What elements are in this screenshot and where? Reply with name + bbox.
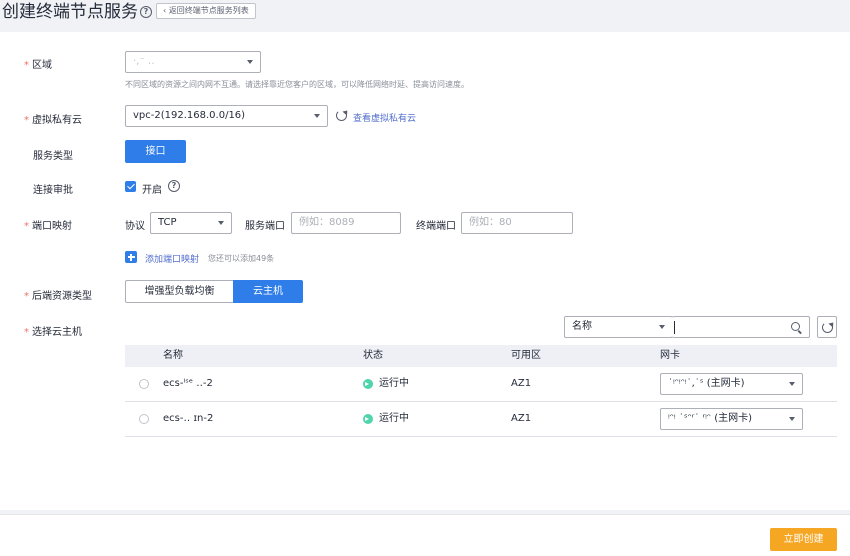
service-port-label: 服务端口 [245,221,285,232]
backend-option-ecs[interactable]: 云主机 [233,280,303,303]
host-zone: AZ1 [511,413,532,424]
nic-value: ᵎᵔᵎ ˙ˢᵔʳ˙ ʳᵎᵔ (主网卡) [668,413,753,424]
filter-value: 名称 [572,321,592,332]
running-status-icon [363,379,373,389]
approval-checkbox-label: 开启 [142,185,162,196]
region-value: ·,⁻ ‥ [133,56,155,67]
service-type-interface-button[interactable]: 接口 [125,140,186,163]
vpc-value: vpc-2(192.168.0.0/16) [133,110,246,121]
row-radio[interactable] [139,379,149,389]
nic-select[interactable]: ˙ᵎᵔᵎᵔᵎ˙,˙ˢ (主网卡) [660,373,803,395]
filter-select[interactable]: 名称 [564,316,673,338]
view-vpc-link[interactable]: 查看虚拟私有云 [353,111,416,124]
protocol-label: 协议 [125,221,145,232]
host-name: ecs-ˡˢᵉ ‥-2 [163,378,213,389]
vpc-label: * 虚拟私有云 [24,115,82,126]
plus-icon[interactable] [125,251,137,263]
column-header: 名称 [163,350,183,361]
backend-option-elb[interactable]: 增强型负载均衡 [125,280,234,303]
table-row[interactable]: ecs-ˡˢᵉ ‥-2 运行中 AZ1 ˙ᵎᵔᵎᵔᵎ˙,˙ˢ (主网卡) [125,367,837,402]
search-icon[interactable] [791,322,800,331]
chevron-down-icon [789,382,795,386]
chevron-down-icon [659,325,665,329]
approval-label: 连接审批 [33,185,73,196]
terminal-port-input[interactable]: 例如：80 [461,212,573,234]
host-name: ecs-‥ ɪn-2 [163,413,214,424]
vpc-select[interactable]: vpc-2(192.168.0.0/16) [125,105,328,127]
help-icon[interactable]: ? [168,180,180,192]
port-mapping-label: * 端口映射 [24,221,72,232]
row-radio[interactable] [139,414,149,424]
service-port-input[interactable]: 例如：8089 [291,212,401,234]
page-header: 创建终端节点服务 ? ‹ 返回终端节点服务列表 [0,0,850,28]
refresh-icon [821,321,833,333]
refresh-list-button[interactable] [817,316,837,338]
chevron-down-icon [247,60,253,64]
chevron-down-icon [789,417,795,421]
region-select[interactable]: ·,⁻ ‥ [125,51,261,73]
backend-type-label: * 后端资源类型 [24,291,92,302]
column-header: 状态 [363,350,383,361]
form-panel [0,32,850,510]
refresh-icon[interactable] [336,110,347,121]
create-now-button[interactable]: 立即创建 [770,528,837,551]
running-status-icon [363,414,373,424]
chevron-down-icon [314,114,320,118]
host-zone: AZ1 [511,378,532,389]
approval-checkbox[interactable] [125,181,136,192]
back-button-label: 返回终端节点服务列表 [168,6,249,15]
help-icon[interactable]: ? [140,6,152,18]
chevron-down-icon [218,221,224,225]
page-title: 创建终端节点服务 [2,2,138,22]
service-type-label: 服务类型 [33,151,73,162]
host-search-input[interactable] [672,316,810,338]
table-row[interactable]: ecs-‥ ɪn-2 运行中 AZ1 ᵎᵔᵎ ˙ˢᵔʳ˙ ʳᵎᵔ (主网卡) [125,402,837,437]
terminal-port-label: 终端端口 [416,221,456,232]
nic-select[interactable]: ᵎᵔᵎ ˙ˢᵔʳ˙ ʳᵎᵔ (主网卡) [660,408,803,430]
footer-bar [0,514,850,556]
host-status: 运行中 [379,413,409,424]
protocol-value: TCP [158,217,177,228]
column-header: 可用区 [511,350,541,361]
add-port-mapping-hint: 您还可以添加49条 [208,254,275,263]
text-cursor [674,321,675,334]
region-label: * 区域 [24,60,52,71]
region-hint: 不同区域的资源之间内网不互通。请选择靠近您客户的区域，可以降低网络时延、提高访问… [125,80,469,89]
back-to-list-button[interactable]: ‹ 返回终端节点服务列表 [156,3,256,19]
add-port-mapping-link[interactable]: 添加端口映射 [145,252,199,265]
nic-value: ˙ᵎᵔᵎᵔᵎ˙,˙ˢ (主网卡) [668,378,745,389]
host-table-header: 名称 状态 可用区 网卡 [125,345,837,367]
column-header: 网卡 [660,350,680,361]
host-status: 运行中 [379,378,409,389]
select-host-label: * 选择云主机 [24,327,82,338]
protocol-select[interactable]: TCP [150,212,232,234]
